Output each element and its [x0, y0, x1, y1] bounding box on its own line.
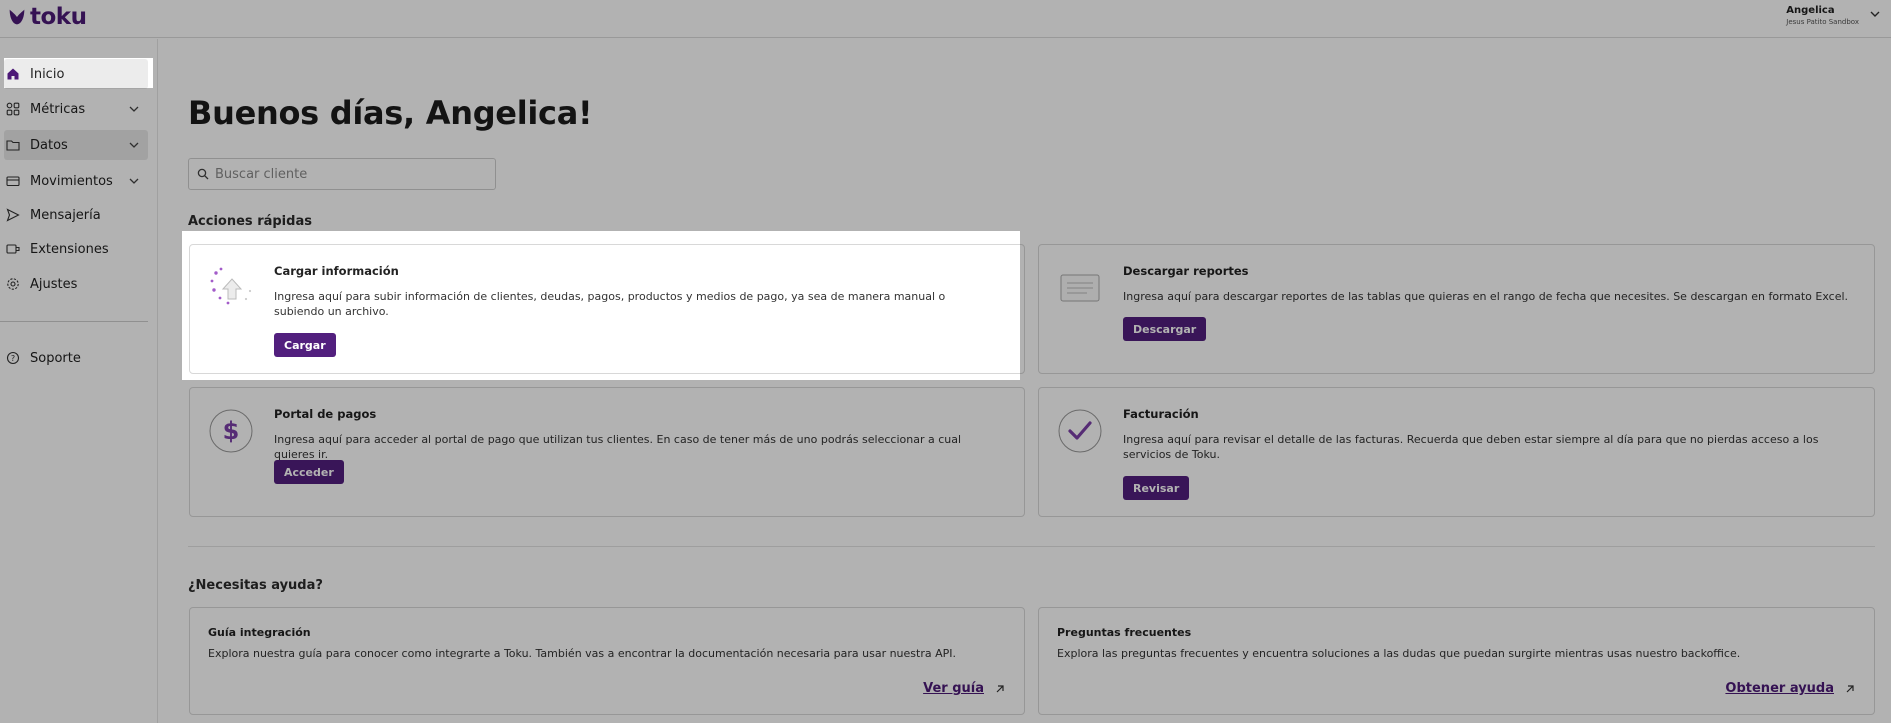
sidebar: Inicio Métricas Datos Movimientos Mensaj… — [0, 39, 158, 723]
sidebar-item-extensiones[interactable]: Extensiones — [4, 234, 148, 264]
descargar-button[interactable]: Descargar — [1123, 317, 1207, 341]
folder-icon — [6, 138, 20, 152]
sidebar-item-label: Movimientos — [30, 173, 113, 189]
external-link-icon — [1846, 684, 1854, 692]
grid-icon — [6, 102, 20, 116]
send-icon — [6, 208, 20, 222]
card-description: Ingresa aquí para subir información de c… — [274, 290, 946, 318]
revisar-button[interactable]: Revisar — [1123, 476, 1190, 500]
sidebar-item-label: Métricas — [30, 101, 86, 117]
dollar-icon: $ — [209, 409, 253, 453]
section-divider — [188, 546, 1875, 547]
chevron-down-icon — [129, 142, 139, 148]
top-bar: toku Angelica Jesus Patito Sandbox — [0, 0, 1891, 38]
cargar-button[interactable]: Cargar — [274, 333, 336, 357]
card-title: Cargar información — [274, 264, 399, 278]
user-name: Angelica — [1786, 5, 1835, 16]
toku-logo[interactable]: toku — [6, 4, 87, 30]
quick-actions-title: Acciones rápidas — [188, 214, 312, 229]
extensions-icon — [6, 242, 20, 256]
card-description: Ingresa aquí para descargar reportes de … — [1123, 290, 1849, 303]
chevron-down-icon — [129, 178, 139, 184]
card-description: Ingresa aquí para acceder al portal de p… — [274, 433, 962, 461]
chevron-down-icon[interactable] — [1869, 8, 1881, 20]
external-link-icon — [996, 684, 1004, 692]
sidebar-item-label: Datos — [30, 137, 68, 153]
sidebar-item-label: Extensiones — [30, 241, 109, 257]
report-icon — [1060, 274, 1100, 302]
card-title: Facturación — [1123, 407, 1199, 421]
card-cargar-informacion: Cargar información Ingresa aquí para sub… — [189, 244, 1025, 374]
check-icon — [1058, 409, 1102, 453]
sidebar-item-ajustes[interactable]: Ajustes — [4, 269, 148, 299]
sidebar-item-inicio[interactable]: Inicio — [4, 59, 148, 89]
card-guia-integracion: Guía integración Explora nuestra guía pa… — [189, 607, 1025, 715]
help-card-title: Guía integración — [208, 626, 311, 639]
help-card-title: Preguntas frecuentes — [1057, 626, 1192, 639]
card-portal-de-pagos: $ Portal de pagos Ingresa aquí para acce… — [189, 387, 1025, 517]
sidebar-item-soporte[interactable]: ? Soporte — [4, 343, 148, 373]
link-label: Ver guía — [923, 681, 984, 696]
search-input[interactable] — [215, 166, 485, 182]
card-preguntas-frecuentes: Preguntas frecuentes Explora las pregunt… — [1038, 607, 1875, 715]
svg-text:$: $ — [223, 417, 240, 445]
help-card-description: Explora las preguntas frecuentes y encue… — [1057, 647, 1741, 660]
help-card-description: Explora nuestra guía para conocer como i… — [208, 647, 956, 660]
sidebar-item-metricas[interactable]: Métricas — [4, 94, 148, 124]
obtener-ayuda-link[interactable]: Obtener ayuda — [1725, 681, 1856, 696]
card-icon — [6, 174, 20, 188]
chevron-down-icon — [129, 106, 139, 112]
upload-icon — [210, 267, 252, 305]
logo-text: toku — [30, 4, 87, 30]
card-facturacion: Facturación Ingresa aquí para revisar el… — [1038, 387, 1875, 517]
home-icon — [6, 67, 20, 81]
help-icon: ? — [6, 351, 20, 365]
sidebar-divider — [0, 321, 148, 322]
card-descargar-reportes: Descargar reportes Ingresa aquí para des… — [1038, 244, 1875, 374]
sidebar-item-movimientos[interactable]: Movimientos — [4, 166, 148, 196]
acceder-button[interactable]: Acceder — [274, 460, 344, 484]
sidebar-item-label: Inicio — [30, 66, 65, 82]
card-description: Ingresa aquí para revisar el detalle de … — [1123, 433, 1819, 461]
page-title: Buenos días, Angelica! — [188, 94, 593, 132]
search-icon — [197, 168, 209, 180]
toku-logo-icon — [9, 9, 25, 25]
sidebar-item-datos[interactable]: Datos — [4, 130, 148, 160]
gear-icon — [6, 277, 20, 291]
overlay-dim — [153, 58, 1891, 88]
sidebar-item-label: Ajustes — [30, 276, 78, 292]
user-menu[interactable]: Angelica Jesus Patito Sandbox — [1786, 4, 1859, 27]
link-label: Obtener ayuda — [1725, 681, 1834, 696]
card-title: Portal de pagos — [274, 407, 377, 421]
sidebar-item-mensajeria[interactable]: Mensajería — [4, 200, 148, 230]
ver-guia-link[interactable]: Ver guía — [923, 681, 1006, 696]
user-org: Jesus Patito Sandbox — [1786, 18, 1859, 26]
card-title: Descargar reportes — [1123, 264, 1249, 278]
svg-text:?: ? — [11, 354, 15, 363]
help-section-title: ¿Necesitas ayuda? — [188, 578, 323, 593]
sidebar-item-label: Mensajería — [30, 207, 101, 223]
sidebar-item-label: Soporte — [30, 350, 81, 366]
search-box[interactable] — [188, 158, 496, 190]
